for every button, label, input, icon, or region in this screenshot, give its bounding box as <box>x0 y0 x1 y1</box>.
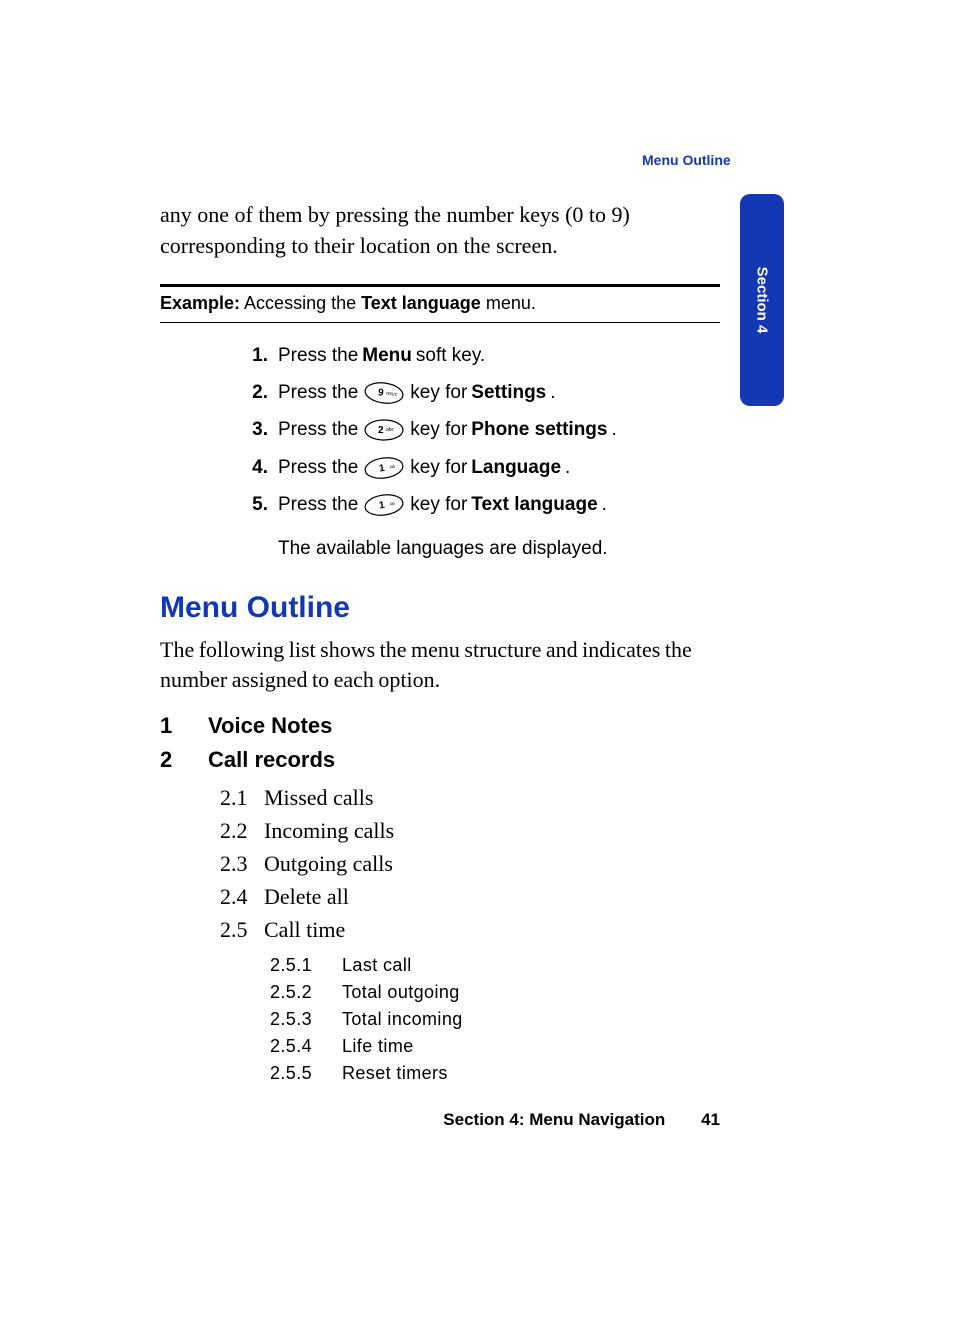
step-row: 4. Press the 1 ∞ key for Language. <box>238 453 720 482</box>
divider <box>160 322 720 323</box>
section-tab: Section 4 <box>740 194 784 406</box>
svg-text:9: 9 <box>377 387 384 399</box>
footer-page-number: 41 <box>670 1110 720 1130</box>
section-paragraph: The following list shows the menu struct… <box>160 635 720 694</box>
step-body: Press the 9 wxyz key for Settings. <box>278 378 720 407</box>
step-note: The available languages are displayed. <box>278 534 720 563</box>
example-line: Example: Accessing the Text language men… <box>160 287 720 322</box>
svg-text:1: 1 <box>379 463 386 475</box>
section-tab-label: Section 4 <box>754 267 771 334</box>
phone-key-icon: 1 ∞ <box>364 493 404 517</box>
example-text-2: menu. <box>481 293 536 313</box>
menu-sub-list: 2.1Missed calls2.2Incoming calls2.3Outgo… <box>220 781 720 1087</box>
step-body: Press the 2 abc key for Phone settings. <box>278 415 720 444</box>
step-row: 3. Press the 2 abc key for Phone settings… <box>238 415 720 444</box>
step-body: Press the 1 ∞ key for Language. <box>278 453 720 482</box>
example-bold: Text language <box>361 293 481 313</box>
step-number: 3. <box>238 415 268 444</box>
menu-sub-item: 2.5Call time <box>220 913 720 946</box>
menu-subsub-item: 2.5.4Life time <box>270 1033 720 1060</box>
page-footer: Section 4: Menu Navigation 41 <box>160 1110 720 1130</box>
menu-top-item: 2Call records <box>160 747 720 773</box>
section-heading: Menu Outline <box>160 591 720 625</box>
phone-key-icon: 1 ∞ <box>364 456 404 480</box>
svg-text:∞: ∞ <box>390 501 396 509</box>
page-body: any one of them by pressing the number k… <box>160 150 720 1087</box>
example-text-1: Accessing the <box>240 293 361 313</box>
svg-text:wxyz: wxyz <box>386 390 398 398</box>
menu-sub-item: 2.2Incoming calls <box>220 814 720 847</box>
svg-text:∞: ∞ <box>390 463 396 471</box>
step-number: 2. <box>238 378 268 407</box>
menu-subsub-item: 2.5.2Total outgoing <box>270 979 720 1006</box>
menu-sub-item: 2.4Delete all <box>220 880 720 913</box>
footer-section: Section 4: Menu Navigation <box>443 1110 665 1129</box>
menu-subsub-item: 2.5.1Last call <box>270 952 720 979</box>
intro-paragraph: any one of them by pressing the number k… <box>160 200 720 262</box>
menu-top-item: 1Voice Notes <box>160 713 720 739</box>
menu-sub-item: 2.3Outgoing calls <box>220 847 720 880</box>
step-row: 5. Press the 1 ∞ key for Text language. <box>238 490 720 519</box>
example-label: Example: <box>160 293 240 313</box>
step-number: 4. <box>238 453 268 482</box>
menu-subsub-item: 2.5.5Reset timers <box>270 1060 720 1087</box>
menu-subsub-list: 2.5.1Last call2.5.2Total outgoing2.5.3To… <box>270 952 720 1087</box>
step-body: Press the 1 ∞ key for Text language. <box>278 490 720 519</box>
menu-subsub-item: 2.5.3Total incoming <box>270 1006 720 1033</box>
step-row: 2. Press the 9 wxyz key for Settings. <box>238 378 720 407</box>
step-number: 1. <box>238 341 268 370</box>
menu-sub-item: 2.1Missed calls <box>220 781 720 814</box>
phone-key-icon: 9 wxyz <box>364 381 404 405</box>
step-number: 5. <box>238 490 268 519</box>
menu-outline-list: 1Voice Notes 2Call records 2.1Missed calls… <box>160 713 720 1087</box>
step-row: 1. Press the Menu soft key. <box>238 341 720 370</box>
steps-list: 1. Press the Menu soft key. 2. Press the 9 … <box>160 341 720 520</box>
svg-text:2: 2 <box>378 425 384 436</box>
svg-text:1: 1 <box>379 500 386 512</box>
step-body: Press the Menu soft key. <box>278 341 720 370</box>
phone-key-icon: 2 abc <box>364 418 404 442</box>
svg-text:abc: abc <box>386 427 395 433</box>
